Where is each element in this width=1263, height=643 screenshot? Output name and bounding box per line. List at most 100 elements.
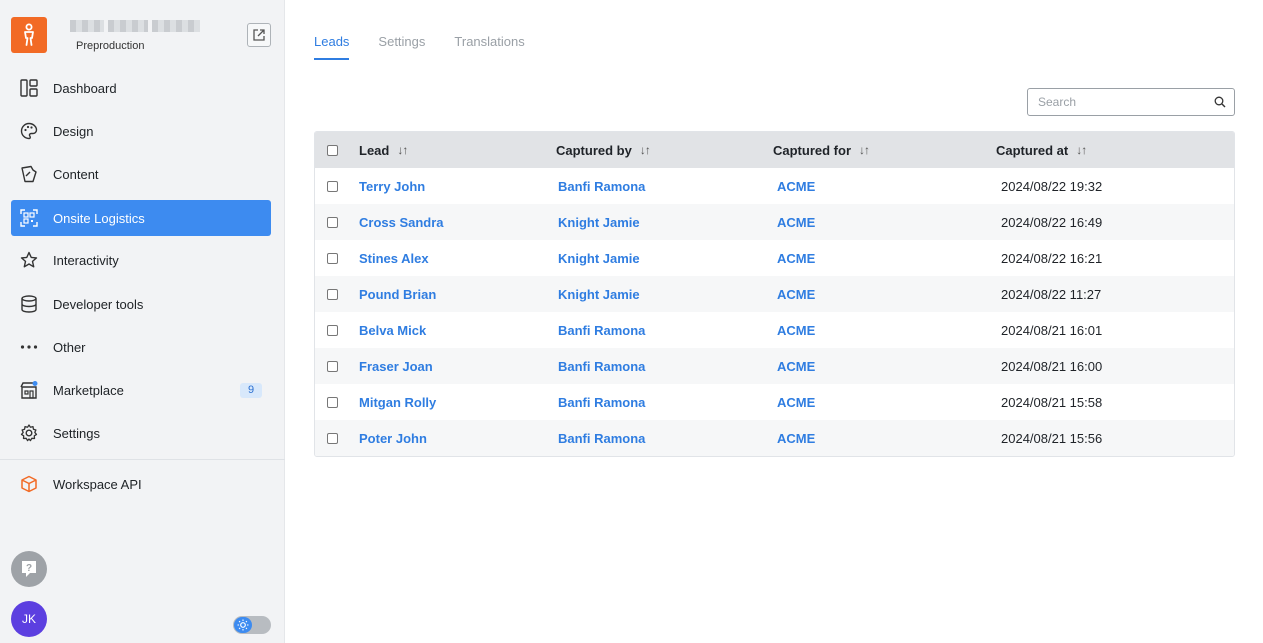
row-checkbox[interactable] <box>327 288 338 300</box>
captured-by-link[interactable]: Knight Jamie <box>558 215 640 230</box>
search-box <box>1027 88 1235 116</box>
row-select-cell <box>327 204 338 240</box>
captured-at-cell: 2024/08/22 11:27 <box>1001 276 1101 312</box>
open-external-button[interactable] <box>247 23 271 47</box>
help-chat-icon: ? <box>22 561 36 577</box>
sidebar-item-design[interactable]: Design <box>11 113 271 149</box>
captured-at-cell: 2024/08/21 16:00 <box>1001 348 1102 384</box>
lead-link[interactable]: Poter John <box>359 431 427 446</box>
lead-link[interactable]: Terry John <box>359 179 425 194</box>
table-row: Terry John Banfi Ramona ACME 2024/08/22 19:… <box>315 168 1234 204</box>
workspace-subtitle: Preproduction <box>76 40 145 52</box>
captured-by-cell: Knight Jamie <box>558 240 640 276</box>
sidebar-item-marketplace[interactable]: Marketplace 9 <box>11 372 271 408</box>
svg-text:?: ? <box>26 563 32 574</box>
lead-cell: Cross Sandra <box>359 204 444 240</box>
captured-by-link[interactable]: Knight Jamie <box>558 251 640 266</box>
sidebar: Preproduction Dashboard Design Content O… <box>0 0 285 643</box>
captured-at-value: 2024/08/21 15:56 <box>1001 430 1103 446</box>
captured-for-cell: ACME <box>777 312 815 348</box>
column-label: Captured by <box>556 142 632 158</box>
content-icon <box>19 164 39 184</box>
row-select-cell <box>327 312 338 348</box>
sidebar-item-settings[interactable]: Settings <box>11 415 271 451</box>
captured-for-link[interactable]: ACME <box>777 215 815 230</box>
lead-link[interactable]: Pound Brian <box>359 287 436 302</box>
captured-by-link[interactable]: Banfi Ramona <box>558 395 645 410</box>
sort-icon[interactable]: ↓↑ <box>1076 143 1087 157</box>
lead-cell: Belva Mick <box>359 312 426 348</box>
table-row: Poter John Banfi Ramona ACME 2024/08/21 15:… <box>315 420 1234 456</box>
row-checkbox[interactable] <box>327 432 338 444</box>
row-select-cell <box>327 384 338 420</box>
captured-for-link[interactable]: ACME <box>777 323 815 338</box>
store-icon <box>19 380 39 400</box>
column-header-lead[interactable]: Lead ↓↑ <box>359 132 408 168</box>
sidebar-item-developer-tools[interactable]: Developer tools <box>11 286 271 322</box>
row-select-cell <box>327 240 338 276</box>
external-link-icon <box>253 29 265 41</box>
brand-logo[interactable] <box>11 17 47 53</box>
column-header-captured-at[interactable]: Captured at ↓↑ <box>996 132 1087 168</box>
marketplace-count-badge: 9 <box>240 383 262 398</box>
sidebar-item-label: Design <box>53 123 94 139</box>
sidebar-item-interactivity[interactable]: Interactivity <box>11 242 271 278</box>
captured-for-link[interactable]: ACME <box>777 179 815 194</box>
tab-translations[interactable]: Translations <box>454 34 524 60</box>
captured-for-link[interactable]: ACME <box>777 359 815 374</box>
row-checkbox[interactable] <box>327 180 338 192</box>
sort-icon[interactable]: ↓↑ <box>397 143 408 157</box>
captured-at-value: 2024/08/22 19:32 <box>1001 178 1103 194</box>
lead-link[interactable]: Belva Mick <box>359 323 426 338</box>
lead-link[interactable]: Cross Sandra <box>359 215 444 230</box>
row-checkbox[interactable] <box>327 360 338 372</box>
row-checkbox[interactable] <box>327 324 338 336</box>
sort-icon[interactable]: ↓↑ <box>859 143 870 157</box>
row-checkbox[interactable] <box>327 396 338 408</box>
tab-settings[interactable]: Settings <box>378 34 425 60</box>
captured-by-link[interactable]: Knight Jamie <box>558 287 640 302</box>
captured-for-link[interactable]: ACME <box>777 251 815 266</box>
sidebar-item-workspace-api[interactable]: Workspace API <box>11 466 271 502</box>
captured-by-link[interactable]: Banfi Ramona <box>558 179 645 194</box>
captured-for-link[interactable]: ACME <box>777 395 815 410</box>
search-icon[interactable] <box>1214 96 1226 108</box>
captured-by-cell: Banfi Ramona <box>558 312 645 348</box>
captured-by-link[interactable]: Banfi Ramona <box>558 323 645 338</box>
captured-by-link[interactable]: Banfi Ramona <box>558 431 645 446</box>
lead-cell: Terry John <box>359 168 425 204</box>
lead-link[interactable]: Stines Alex <box>359 251 429 266</box>
user-avatar[interactable]: JK <box>11 601 47 637</box>
tab-leads[interactable]: Leads <box>314 34 350 60</box>
select-all-checkbox[interactable] <box>327 144 338 156</box>
lead-link[interactable]: Mitgan Rolly <box>359 395 436 410</box>
table-row: Belva Mick Banfi Ramona ACME 2024/08/21 16:… <box>315 312 1234 348</box>
sidebar-item-label: Dashboard <box>53 80 117 96</box>
lead-link[interactable]: Fraser Joan <box>359 359 433 374</box>
search-input[interactable] <box>1028 95 1203 109</box>
sidebar-item-label: Settings <box>53 425 100 441</box>
captured-at-cell: 2024/08/22 19:32 <box>1001 168 1102 204</box>
theme-toggle[interactable] <box>233 616 271 634</box>
row-checkbox[interactable] <box>327 216 338 228</box>
captured-for-link[interactable]: ACME <box>777 431 815 446</box>
sort-icon[interactable]: ↓↑ <box>640 143 651 157</box>
dashboard-icon <box>19 78 39 98</box>
row-checkbox[interactable] <box>327 252 338 264</box>
captured-at-value: 2024/08/21 15:58 <box>1001 394 1103 410</box>
captured-by-link[interactable]: Banfi Ramona <box>558 359 645 374</box>
lead-cell: Poter John <box>359 420 427 456</box>
captured-by-cell: Banfi Ramona <box>558 168 645 204</box>
captured-for-cell: ACME <box>777 204 815 240</box>
column-header-captured-by[interactable]: Captured by ↓↑ <box>556 132 651 168</box>
captured-for-link[interactable]: ACME <box>777 287 815 302</box>
table-header: Lead ↓↑ Captured by ↓↑ Captured for ↓↑ Capt… <box>315 132 1234 168</box>
help-button[interactable]: ? <box>11 551 47 587</box>
table-row: Mitgan Rolly Banfi Ramona ACME 2024/08/21 1… <box>315 384 1234 420</box>
sidebar-item-onsite-logistics[interactable]: Onsite Logistics <box>11 200 271 236</box>
sidebar-item-content[interactable]: Content <box>11 156 271 192</box>
column-header-captured-for[interactable]: Captured for ↓↑ <box>773 132 870 168</box>
sidebar-item-other[interactable]: Other <box>11 329 271 365</box>
table-row: Stines Alex Knight Jamie ACME 2024/08/22 16… <box>315 240 1234 276</box>
sidebar-item-dashboard[interactable]: Dashboard <box>11 70 271 106</box>
